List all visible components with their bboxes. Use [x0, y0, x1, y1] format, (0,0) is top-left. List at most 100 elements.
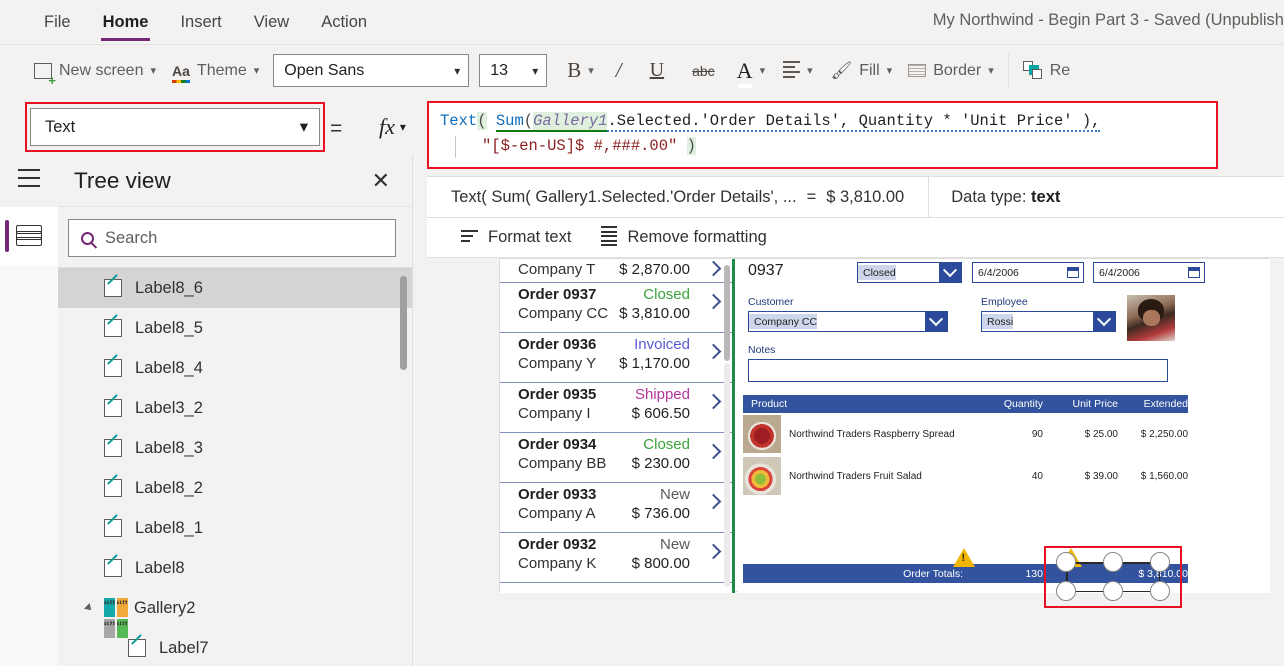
gallery-row[interactable]: Order 0932 New Company K $ 800.00	[500, 533, 732, 583]
theme-button[interactable]: Aa Theme ▾	[164, 53, 267, 89]
gallery-row[interactable]: Order 0936 Invoiced Company Y $ 1,170.00	[500, 333, 732, 383]
chevron-down-icon: ▾	[759, 65, 766, 77]
notes-value	[749, 364, 753, 376]
gallery-row[interactable]: Order 0937 Closed Company CC $ 3,810.00	[500, 283, 732, 333]
gallery-row[interactable]: Order 0934 Closed Company BB $ 230.00	[500, 433, 732, 483]
resize-handle-top-right[interactable]	[1150, 552, 1170, 572]
menu-item-action[interactable]: Action	[305, 2, 383, 42]
calendar-icon[interactable]	[1063, 263, 1083, 282]
tree-node-label3_2[interactable]: Label3_2	[58, 388, 412, 428]
chevron-down-icon[interactable]	[1093, 312, 1115, 331]
table-row[interactable]: Northwind Traders Fruit Salad 40 $ 39.00…	[743, 455, 1188, 497]
data-type-value: text	[1031, 187, 1061, 206]
order-date-field[interactable]: 6/4/2006	[972, 262, 1084, 283]
align-button[interactable]: ▾	[773, 53, 823, 89]
chevron-expand-icon[interactable]	[84, 603, 94, 613]
close-icon[interactable]: ✕	[372, 169, 390, 192]
remove-formatting-button[interactable]: Remove formatting	[601, 226, 767, 249]
rail-hamburger-area[interactable]	[0, 155, 58, 207]
label-icon	[104, 559, 122, 577]
ship-date-field[interactable]: 6/4/2006	[1093, 262, 1205, 283]
label-icon	[104, 399, 122, 417]
search-placeholder: Search	[105, 228, 158, 247]
search-input[interactable]: Search	[68, 219, 396, 257]
gallery-row[interactable]: Order 0935 Shipped Company I $ 606.50	[500, 383, 732, 433]
gallery-company: Company BB	[518, 455, 607, 472]
status-dropdown[interactable]: Closed	[857, 262, 962, 283]
resize-handle-bottom-center[interactable]	[1103, 581, 1123, 601]
gallery-row-line1: Order 0937 Closed	[518, 286, 732, 303]
gallery1-orders[interactable]: Company T $ 2,870.00 Order 0937 Closed C…	[500, 259, 735, 593]
rail-item-tree-view[interactable]	[0, 207, 58, 265]
formula-caret	[455, 136, 456, 158]
employee-dropdown[interactable]: Rossi	[981, 311, 1116, 332]
gallery-scrollbar-track[interactable]	[724, 363, 730, 587]
format-text-button[interactable]: Format text	[461, 228, 571, 247]
calendar-icon[interactable]	[1184, 263, 1204, 282]
chevron-down-icon: ▾	[988, 65, 994, 77]
reorder-button[interactable]: Re	[1015, 53, 1078, 89]
tree-node-gallery2[interactable]: Gallery2	[58, 588, 412, 638]
font-color-button[interactable]: A ▾	[729, 53, 773, 89]
strikethrough-button[interactable]: abc	[678, 53, 729, 89]
italic-button[interactable]: /	[602, 53, 636, 89]
font-size-select[interactable]: 13 ▾	[479, 54, 548, 87]
gallery-status: Closed	[643, 436, 690, 453]
bold-button[interactable]: B ▾	[559, 53, 602, 89]
resize-handle-bottom-right[interactable]	[1150, 581, 1170, 601]
tree-scrollbar[interactable]	[400, 276, 407, 370]
underline-button[interactable]: U	[636, 53, 678, 89]
tree-node-label8_1[interactable]: Label8_1	[58, 508, 412, 548]
cell-quantity: 40	[1031, 470, 1043, 482]
selection-handles[interactable]	[1056, 552, 1170, 601]
tree-node-label: Label8	[135, 558, 185, 577]
resize-handle-top-left[interactable]	[1056, 552, 1076, 572]
tree-node-label8[interactable]: Label8	[58, 548, 412, 588]
font-family-value: Open Sans	[284, 61, 365, 79]
tree-node-label8_6[interactable]: Label8_6	[58, 268, 412, 308]
warning-icon[interactable]	[953, 548, 975, 567]
table-row[interactable]: Northwind Traders Raspberry Spread 90 $ …	[743, 413, 1188, 455]
product-image-icon	[743, 457, 781, 495]
header-extended: Extended	[1143, 398, 1188, 410]
menu-item-view[interactable]: View	[238, 2, 305, 42]
property-value: Text	[45, 117, 76, 136]
gallery-row-line1: Order 0934 Closed	[518, 436, 732, 453]
menu-item-home[interactable]: Home	[87, 2, 165, 42]
gallery-company: Company Y	[518, 355, 597, 372]
label-icon	[104, 519, 122, 537]
formula-token-text: Text	[440, 112, 478, 130]
resize-handle-top-center[interactable]	[1103, 552, 1123, 572]
fill-button[interactable]: 🖌 Fill ▾	[823, 53, 901, 89]
new-screen-button[interactable]: New screen ▾	[26, 53, 164, 89]
customer-dropdown[interactable]: Company CC	[748, 311, 948, 332]
resize-handle-bottom-left[interactable]	[1056, 581, 1076, 601]
formula-token-sum-paren: (	[523, 112, 534, 132]
cell-extended: $ 1,560.00	[1140, 470, 1188, 482]
chevron-down-icon[interactable]	[939, 263, 961, 282]
fx-button[interactable]: fx ▾	[364, 109, 421, 145]
gallery-row-line2: Company Y $ 1,170.00	[518, 355, 732, 372]
formula-input[interactable]: Text( Sum(Gallery1.Selected.'Order Detai…	[427, 101, 1218, 169]
gallery-scrollbar-thumb[interactable]	[724, 265, 730, 361]
border-button[interactable]: Border ▾	[900, 53, 1002, 89]
menu-item-file[interactable]: File	[28, 2, 87, 42]
gallery-company: Company CC	[518, 305, 609, 322]
gallery-icon	[104, 598, 128, 638]
chevron-down-icon[interactable]	[925, 312, 947, 331]
tree-node-label8_3[interactable]: Label8_3	[58, 428, 412, 468]
gallery-company: Company I	[518, 405, 591, 422]
tree-node-label8_4[interactable]: Label8_4	[58, 348, 412, 388]
employee-avatar	[1127, 295, 1175, 341]
font-family-select[interactable]: Open Sans ▾	[273, 54, 470, 87]
gallery-row-partial[interactable]: Company T $ 2,870.00	[500, 260, 732, 283]
format-text-label: Format text	[488, 228, 572, 246]
notes-input[interactable]	[748, 359, 1168, 382]
gallery-status: New	[659, 486, 690, 503]
hamburger-menu-icon[interactable]	[18, 169, 40, 192]
tree-node-label8_2[interactable]: Label8_2	[58, 468, 412, 508]
tree-node-label8_5[interactable]: Label8_5	[58, 308, 412, 348]
property-select[interactable]: Text ▾	[30, 108, 320, 146]
gallery-row[interactable]: Order 0933 New Company A $ 736.00	[500, 483, 732, 533]
menu-item-insert[interactable]: Insert	[164, 2, 237, 42]
